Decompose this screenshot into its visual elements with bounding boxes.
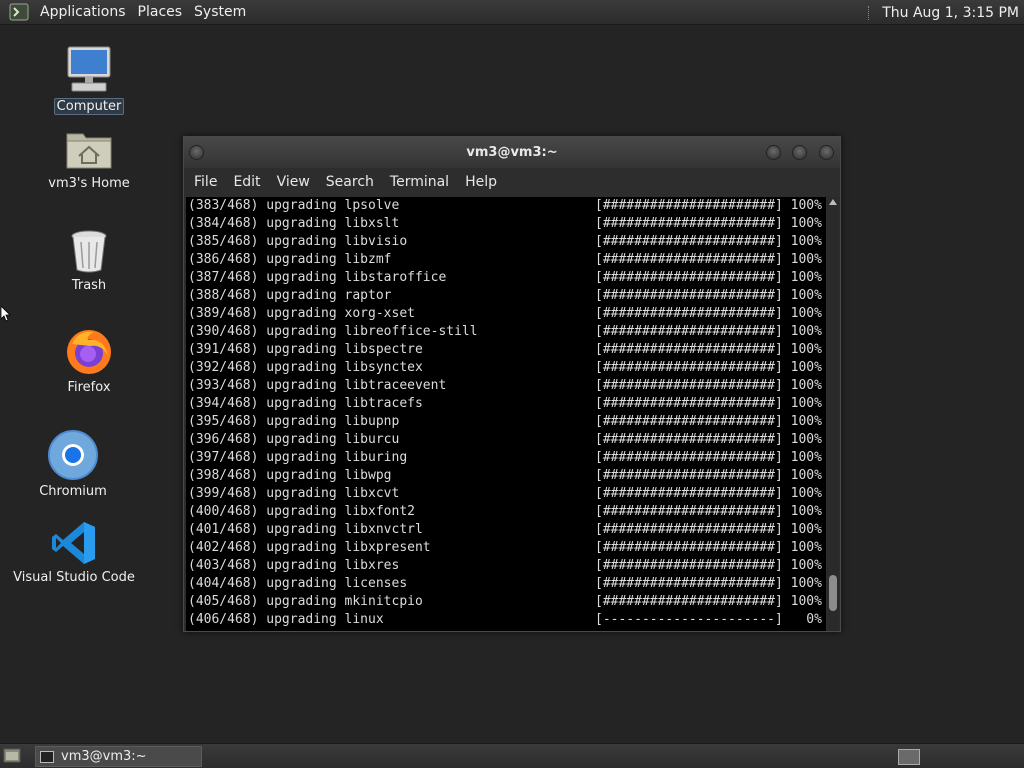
taskbar-item-label: vm3@vm3:~ bbox=[61, 749, 147, 764]
mouse-cursor-icon bbox=[1, 306, 11, 322]
desktop-icon-label: Visual Studio Code bbox=[13, 570, 135, 585]
trash-icon bbox=[71, 230, 107, 273]
terminal-icon bbox=[40, 750, 54, 763]
terminal-line: (399/468) upgrading libxcvt [###########… bbox=[188, 486, 822, 501]
window-titlebar[interactable]: vm3@vm3:~ bbox=[184, 137, 840, 168]
taskbar-item-terminal[interactable]: vm3@vm3:~ bbox=[35, 746, 202, 767]
window-menu-button[interactable] bbox=[189, 145, 204, 160]
terminal-output[interactable]: (383/468) upgrading lpsolve [###########… bbox=[186, 197, 826, 631]
minimize-button[interactable] bbox=[766, 145, 781, 160]
terminal-line: (386/468) upgrading libzmf [############… bbox=[188, 252, 822, 267]
terminal-scrollbar[interactable] bbox=[827, 197, 839, 631]
desktop-icon-computer[interactable]: Computer bbox=[52, 44, 126, 115]
terminal-line: (384/468) upgrading libxslt [###########… bbox=[188, 216, 822, 231]
desktop-icon-label: Chromium bbox=[39, 484, 107, 499]
terminal-line: (389/468) upgrading xorg-xset [#########… bbox=[188, 306, 822, 321]
terminal-line: (383/468) upgrading lpsolve [###########… bbox=[188, 198, 822, 213]
applications-menu[interactable]: Applications bbox=[34, 4, 132, 20]
desktop-icon-label: Firefox bbox=[67, 380, 111, 395]
scroll-up-arrow-icon[interactable] bbox=[829, 199, 837, 205]
terminal-line: (394/468) upgrading libtracefs [########… bbox=[188, 396, 822, 411]
terminal-line: (396/468) upgrading liburcu [###########… bbox=[188, 432, 822, 447]
panel-separator bbox=[868, 5, 874, 20]
desktop-icon-vscode[interactable]: Visual Studio Code bbox=[13, 520, 135, 585]
desktop-icon-home[interactable]: vm3's Home bbox=[46, 128, 132, 191]
terminal-line: (406/468) upgrading linux [-------------… bbox=[188, 612, 822, 627]
vscode-icon bbox=[52, 522, 95, 564]
terminal-line: (397/468) upgrading liburing [##########… bbox=[188, 450, 822, 465]
terminal-line: (391/468) upgrading libspectre [########… bbox=[188, 342, 822, 357]
terminal-line: (388/468) upgrading raptor [############… bbox=[188, 288, 822, 303]
desktop-icon-label: Computer bbox=[53, 98, 125, 115]
window-title: vm3@vm3:~ bbox=[466, 145, 558, 160]
menu-edit[interactable]: Edit bbox=[225, 174, 268, 190]
terminal-line: (393/468) upgrading libtraceevent [#####… bbox=[188, 378, 822, 393]
bottom-panel: vm3@vm3:~ bbox=[0, 743, 1024, 768]
desktop-icon-trash[interactable]: Trash bbox=[52, 228, 126, 293]
chromium-icon bbox=[48, 430, 98, 480]
terminal-line: (387/468) upgrading libstaroffice [#####… bbox=[188, 270, 822, 285]
terminal-window[interactable]: vm3@vm3:~ File Edit View Search Terminal… bbox=[183, 136, 841, 632]
terminal-line: (402/468) upgrading libxpresent [#######… bbox=[188, 540, 822, 555]
menu-terminal[interactable]: Terminal bbox=[382, 174, 457, 190]
show-desktop-icon[interactable] bbox=[3, 748, 21, 764]
desktop-icon-label: vm3's Home bbox=[48, 176, 130, 191]
terminal-line: (403/468) upgrading libxres [###########… bbox=[188, 558, 822, 573]
menu-logo-icon[interactable] bbox=[9, 2, 29, 22]
terminal-line: (390/468) upgrading libreoffice-still [#… bbox=[188, 324, 822, 339]
desktop-icon-label: Trash bbox=[71, 278, 107, 293]
close-button[interactable] bbox=[819, 145, 834, 160]
terminal-line: (385/468) upgrading libvisio [##########… bbox=[188, 234, 822, 249]
panel-right: Thu Aug 1, 3:15 PM bbox=[868, 0, 1024, 25]
terminal-line: (404/468) upgrading licenses [##########… bbox=[188, 576, 822, 591]
terminal-line: (395/468) upgrading libupnp [###########… bbox=[188, 414, 822, 429]
clock[interactable]: Thu Aug 1, 3:15 PM bbox=[882, 5, 1019, 21]
menu-search[interactable]: Search bbox=[318, 174, 382, 190]
maximize-button[interactable] bbox=[792, 145, 807, 160]
scrollbar-thumb[interactable] bbox=[829, 575, 837, 611]
places-menu[interactable]: Places bbox=[132, 4, 189, 20]
desktop-icon-firefox[interactable]: Firefox bbox=[52, 326, 126, 395]
system-menu[interactable]: System bbox=[188, 4, 252, 20]
top-panel: Applications Places System Thu Aug 1, 3:… bbox=[0, 0, 1024, 25]
desktop-icon-chromium[interactable]: Chromium bbox=[36, 430, 110, 499]
terminal-line: (405/468) upgrading mkinitcpio [########… bbox=[188, 594, 822, 609]
terminal-line: (400/468) upgrading libxfont2 [#########… bbox=[188, 504, 822, 519]
terminal-line: (392/468) upgrading libsynctex [########… bbox=[188, 360, 822, 375]
home-folder-icon bbox=[66, 133, 112, 169]
menu-view[interactable]: View bbox=[269, 174, 318, 190]
menu-file[interactable]: File bbox=[186, 174, 225, 190]
terminal-line: (401/468) upgrading libxnvctrl [########… bbox=[188, 522, 822, 537]
terminal-line: (398/468) upgrading libwpg [############… bbox=[188, 468, 822, 483]
window-menubar: File Edit View Search Terminal Help bbox=[184, 168, 840, 196]
firefox-icon bbox=[67, 330, 111, 374]
computer-icon bbox=[67, 46, 111, 92]
menu-help[interactable]: Help bbox=[457, 174, 505, 190]
workspace-switcher-icon[interactable] bbox=[898, 749, 920, 765]
